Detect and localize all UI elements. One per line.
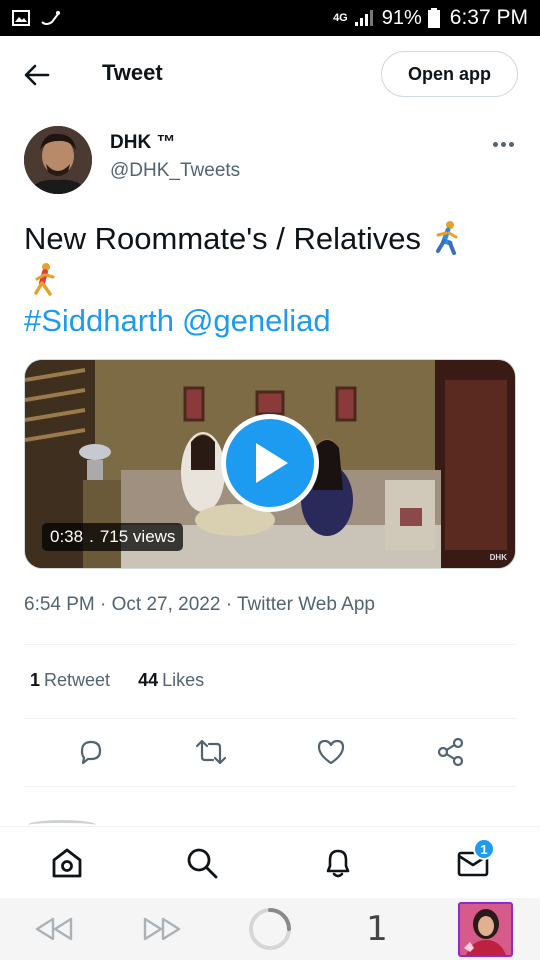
status-bar-left (12, 8, 62, 28)
hashtag-link[interactable]: #Siddharth (24, 303, 174, 338)
tweet-stats: 1 Retweet 44 Likes (30, 670, 204, 691)
woman-running-emoji-icon (34, 263, 55, 296)
share-icon (437, 737, 464, 767)
video-stats-badge: 0:38 . 715 views (42, 523, 184, 551)
profile-thumbnail-image (460, 904, 511, 955)
search-icon (187, 848, 218, 879)
tweet-text-content: New Roommate's / Relatives (24, 221, 421, 256)
man-running-emoji-icon (435, 221, 458, 255)
network-type: 4G (333, 11, 348, 24)
tweet-actions (24, 732, 516, 772)
battery-icon (427, 8, 440, 28)
tweet-text: New Roommate's / Relatives (24, 218, 514, 302)
reply-icon (80, 740, 102, 765)
likes-stat[interactable]: 44 Likes (138, 670, 204, 691)
rewind-icon (35, 917, 73, 941)
divider (24, 718, 516, 719)
back-button[interactable] (20, 58, 54, 92)
retweets-count: 1 (30, 670, 41, 690)
nav-notifications[interactable] (320, 845, 356, 881)
divider (24, 786, 516, 787)
notifications-icon (326, 849, 350, 878)
tweet-links: #Siddharth @geneliad (24, 300, 339, 342)
retweets-stat[interactable]: 1 Retweet (30, 670, 110, 691)
fast-forward-icon (143, 917, 181, 941)
like-button[interactable] (315, 736, 347, 768)
browser-profile-thumbnail[interactable] (458, 902, 513, 957)
bottom-navigation (0, 826, 540, 898)
browser-toolbar: 1 (0, 898, 540, 960)
page-title: Tweet (102, 60, 163, 85)
status-bar: 4G 91% 6:37 PM (0, 0, 540, 36)
more-options-button[interactable] (490, 136, 516, 152)
browser-back-button[interactable] (32, 908, 76, 950)
video-watermark: DHK (489, 553, 507, 562)
like-icon (317, 739, 345, 765)
video-duration: 0:38 (50, 527, 84, 546)
browser-tabs-button[interactable]: 1 (360, 908, 394, 950)
browser-forward-button[interactable] (140, 908, 184, 950)
author-name[interactable]: DHK ™ (110, 132, 175, 154)
nav-search[interactable] (184, 845, 220, 881)
more-dot-icon (508, 141, 514, 147)
likes-label: Likes (162, 670, 205, 690)
messages-badge: 1 (473, 838, 495, 860)
divider (24, 644, 516, 645)
likes-count: 44 (138, 670, 159, 690)
gallery-notification-icon (12, 10, 30, 26)
home-icon (52, 848, 82, 878)
more-dot-icon (500, 141, 506, 147)
back-arrow-icon (24, 64, 50, 86)
play-icon (256, 443, 288, 483)
author-avatar[interactable] (24, 126, 92, 194)
tab-count: 1 (366, 909, 388, 949)
more-dot-icon (492, 141, 498, 147)
retweet-button[interactable] (195, 736, 227, 768)
clock: 6:37 PM (449, 6, 528, 29)
author-handle[interactable]: @DHK_Tweets (110, 160, 240, 182)
video-player[interactable]: 0:38 . 715 views DHK (24, 359, 516, 569)
avatar-photo (24, 126, 92, 194)
status-bar-right: 4G 91% 6:37 PM (333, 6, 528, 30)
browser-loading-indicator[interactable] (246, 908, 294, 950)
battery-percent: 91% (381, 6, 422, 29)
retweet-icon (195, 739, 227, 765)
share-button[interactable] (435, 736, 467, 768)
video-stats-separator: . (89, 527, 94, 546)
reply-button[interactable] (75, 736, 107, 768)
retweets-label: Retweet (44, 670, 111, 690)
play-button[interactable] (221, 414, 319, 512)
mention-link[interactable]: @geneliad (182, 303, 331, 338)
open-app-button[interactable]: Open app (381, 51, 518, 97)
signal-icon (354, 10, 373, 26)
tweet-header: Tweet Open app (0, 36, 540, 112)
loading-spinner-icon (249, 908, 291, 950)
tweet-timestamp[interactable]: 6:54 PM · Oct 27, 2022 · Twitter Web App (24, 594, 375, 616)
nav-home[interactable] (49, 845, 85, 881)
usb-notification-icon (41, 11, 60, 25)
video-views: 715 views (99, 527, 176, 546)
